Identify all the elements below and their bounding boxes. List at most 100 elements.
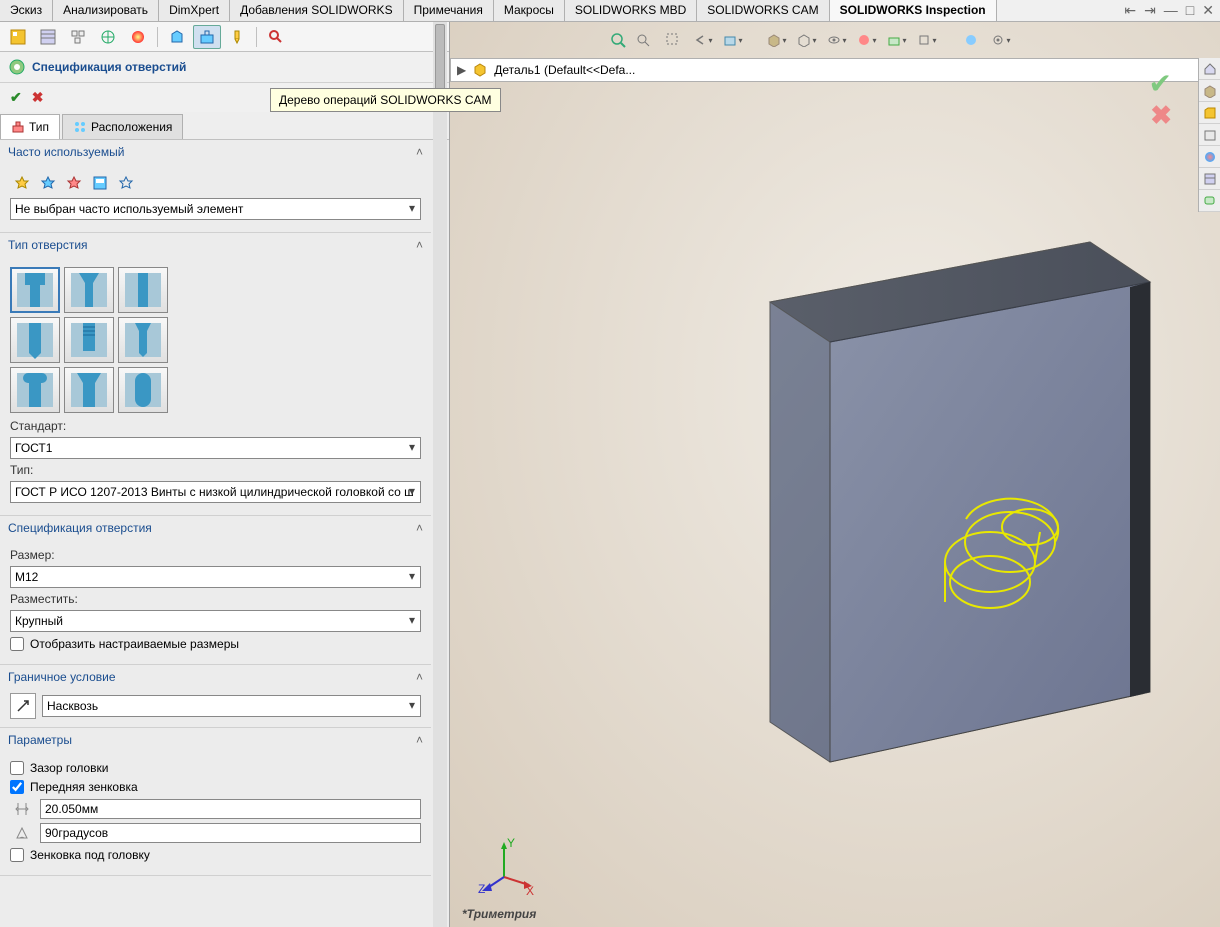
standard-select[interactable]: ГОСТ1 (10, 437, 421, 459)
appearances-icon[interactable] (1199, 146, 1220, 168)
fav-load-icon[interactable] (114, 172, 138, 194)
view-settings-icon[interactable] (914, 28, 940, 52)
maximize-icon[interactable]: □ (1186, 2, 1194, 19)
hole-type-grid (10, 267, 421, 413)
size-label: Размер: (10, 548, 421, 562)
prev-view-icon[interactable] (690, 28, 716, 52)
window-controls: ⇤ ⇥ — □ ✕ (1118, 0, 1220, 21)
hole-simple[interactable] (118, 267, 168, 313)
tab-annotations[interactable]: Примечания (404, 0, 494, 21)
home-icon[interactable] (1199, 58, 1220, 80)
zoom-icon[interactable] (630, 28, 656, 52)
zoom-area-icon[interactable] (660, 28, 686, 52)
panel-body: Часто используемый˄ Не выбран часто испо… (0, 140, 449, 927)
chevron-up-icon: ˄ (416, 670, 423, 684)
hole-pipe-tap[interactable] (64, 317, 114, 363)
inspection-icon[interactable] (262, 25, 290, 49)
endcond-select[interactable]: Насквозь (42, 695, 421, 717)
tooltip: Дерево операций SOLIDWORKS CAM (270, 88, 501, 112)
section-options-header[interactable]: Параметры˄ (0, 728, 431, 752)
fav-update-icon[interactable] (36, 172, 60, 194)
hole-slot[interactable] (118, 367, 168, 413)
resources-icon[interactable] (1199, 80, 1220, 102)
accept-feature-icon[interactable]: ✔ (1149, 67, 1172, 100)
tab-macros[interactable]: Макросы (494, 0, 565, 21)
tab-analyze[interactable]: Анализировать (53, 0, 159, 21)
file-explorer-icon[interactable] (1199, 124, 1220, 146)
ok-icon[interactable]: ✔ (10, 89, 22, 106)
tab-inspection[interactable]: SOLIDWORKS Inspection (830, 0, 997, 21)
display-manager-icon[interactable] (124, 25, 152, 49)
direction-icon[interactable] (10, 693, 36, 719)
zoom-fit-icon[interactable] (610, 32, 628, 50)
property-panel: Дерево операций SOLIDWORKS CAM Специфика… (0, 22, 450, 927)
head-clearance-checkbox[interactable]: Зазор головки (10, 761, 421, 775)
standard-label: Стандарт: (10, 419, 421, 433)
hole-wizard-icon (8, 58, 26, 76)
section-view-icon[interactable] (720, 28, 746, 52)
tab-addins[interactable]: Добавления SOLIDWORKS (230, 0, 404, 21)
cam-tree-icon[interactable] (163, 25, 191, 49)
type-select[interactable]: ГОСТ Р ИСО 1207-2013 Винты с низкой цили… (10, 481, 421, 503)
render-icon[interactable] (958, 28, 984, 52)
tab-dimxpert[interactable]: DimXpert (159, 0, 230, 21)
size-select[interactable]: M12 (10, 566, 421, 588)
section-holetype-header[interactable]: Тип отверстия˄ (0, 233, 431, 257)
subtab-type[interactable]: Тип (0, 114, 60, 139)
breadcrumb-part[interactable]: Деталь1 (Default<<Defa... (494, 63, 635, 77)
favorites-buttons (10, 172, 421, 194)
display-style-icon[interactable] (794, 28, 820, 52)
countersink-angle-input[interactable] (40, 823, 421, 843)
config-manager-icon[interactable] (64, 25, 92, 49)
hole-counterbore[interactable] (10, 267, 60, 313)
custom-sizes-checkbox[interactable]: Отобразить настраиваемые размеры (10, 637, 421, 651)
fit-select[interactable]: Крупный (10, 610, 421, 632)
hide-show-icon[interactable] (824, 28, 850, 52)
expand-arrow-icon[interactable]: ▶ (457, 63, 466, 77)
view-orientation-icon[interactable] (764, 28, 790, 52)
cam-ops-icon[interactable] (193, 25, 221, 49)
favorites-select[interactable]: Не выбран часто используемый элемент (10, 198, 421, 220)
tab-sketch[interactable]: Эскиз (0, 0, 53, 21)
cam-tools-icon[interactable] (223, 25, 251, 49)
render-settings-icon[interactable] (988, 28, 1014, 52)
section-endcond-header[interactable]: Граничное условие˄ (0, 665, 431, 689)
hole-legacy[interactable] (118, 317, 168, 363)
cancel-icon[interactable]: ✖ (32, 89, 44, 106)
arrange-right-icon[interactable]: ⇥ (1144, 2, 1156, 19)
design-lib-icon[interactable] (1199, 102, 1220, 124)
arrange-left-icon[interactable]: ⇤ (1124, 2, 1136, 19)
hole-slot-counterbore[interactable] (10, 367, 60, 413)
section-holespec-header[interactable]: Спецификация отверстия˄ (0, 516, 431, 540)
section-favorites-header[interactable]: Часто используемый˄ (0, 140, 431, 164)
close-icon[interactable]: ✕ (1202, 2, 1214, 19)
hole-tap[interactable] (10, 317, 60, 363)
hole-countersink[interactable] (64, 267, 114, 313)
cancel-feature-icon[interactable]: ✖ (1150, 100, 1172, 131)
minimize-icon[interactable]: — (1164, 2, 1178, 19)
scrollbar-track[interactable] (433, 140, 447, 927)
view-triad[interactable]: Y X Z (474, 837, 534, 897)
breadcrumb-bar: ▶ Деталь1 (Default<<Defa... (450, 58, 1220, 82)
custom-props-icon[interactable] (1199, 168, 1220, 190)
subtab-positions[interactable]: Расположения (62, 114, 183, 139)
property-manager-icon[interactable] (34, 25, 62, 49)
forum-icon[interactable] (1199, 190, 1220, 212)
tab-cam[interactable]: SOLIDWORKS CAM (697, 0, 829, 21)
feature-tree-icon[interactable] (4, 25, 32, 49)
graphics-area[interactable]: ▶ Деталь1 (Default<<Defa... ✔ ✖ (450, 22, 1220, 927)
hole-slot-countersink[interactable] (64, 367, 114, 413)
countersink-diameter-input[interactable] (40, 799, 421, 819)
fav-save-icon[interactable] (88, 172, 112, 194)
dimxpert-manager-icon[interactable] (94, 25, 122, 49)
task-pane (1198, 58, 1220, 212)
edit-appearance-icon[interactable] (854, 28, 880, 52)
property-header: Спецификация отверстий (0, 52, 449, 83)
near-countersink-checkbox[interactable]: Передняя зенковка (10, 780, 421, 794)
fav-delete-icon[interactable] (62, 172, 86, 194)
apply-scene-icon[interactable] (884, 28, 910, 52)
fav-add-icon[interactable] (10, 172, 34, 194)
under-head-countersink-checkbox[interactable]: Зенковка под головку (10, 848, 421, 862)
tab-mbd[interactable]: SOLIDWORKS MBD (565, 0, 697, 21)
chevron-up-icon: ˄ (416, 145, 423, 159)
